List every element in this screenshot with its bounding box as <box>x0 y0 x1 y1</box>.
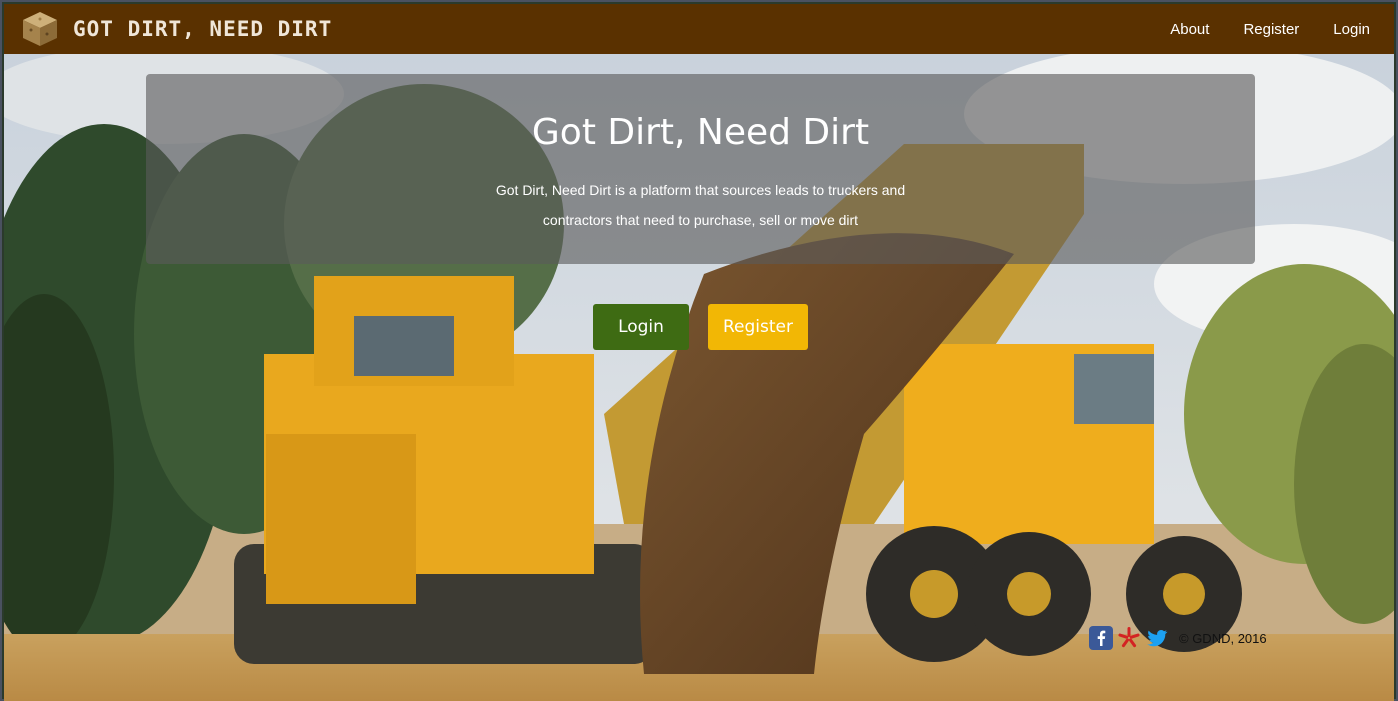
dirt-cube-icon <box>21 10 59 48</box>
brand-name: Got Dirt, Need Dirt <box>73 17 333 41</box>
hero-title: Got Dirt, Need Dirt <box>531 112 870 153</box>
nav-register-link[interactable]: Register <box>1231 21 1311 38</box>
yelp-icon[interactable] <box>1117 626 1141 650</box>
nav-links: About Register Login <box>1158 21 1382 38</box>
hero-jumbotron: Got Dirt, Need Dirt Got Dirt, Need Dirt … <box>146 74 1255 264</box>
nav-login-link[interactable]: Login <box>1321 21 1382 38</box>
nav-about-link[interactable]: About <box>1158 21 1221 38</box>
footer: © GDND, 2016 <box>1089 626 1267 650</box>
hero-description: Got Dirt, Need Dirt is a platform that s… <box>495 182 906 228</box>
twitter-icon[interactable] <box>1145 626 1169 650</box>
brand[interactable]: Got Dirt, Need Dirt <box>21 10 332 48</box>
hero-login-button[interactable]: Login <box>593 304 689 350</box>
facebook-icon[interactable] <box>1089 626 1113 650</box>
copyright-text: © GDND, 2016 <box>1179 630 1267 646</box>
hero-register-button[interactable]: Register <box>708 304 808 350</box>
navbar: Got Dirt, Need Dirt About Register Login <box>4 4 1394 54</box>
